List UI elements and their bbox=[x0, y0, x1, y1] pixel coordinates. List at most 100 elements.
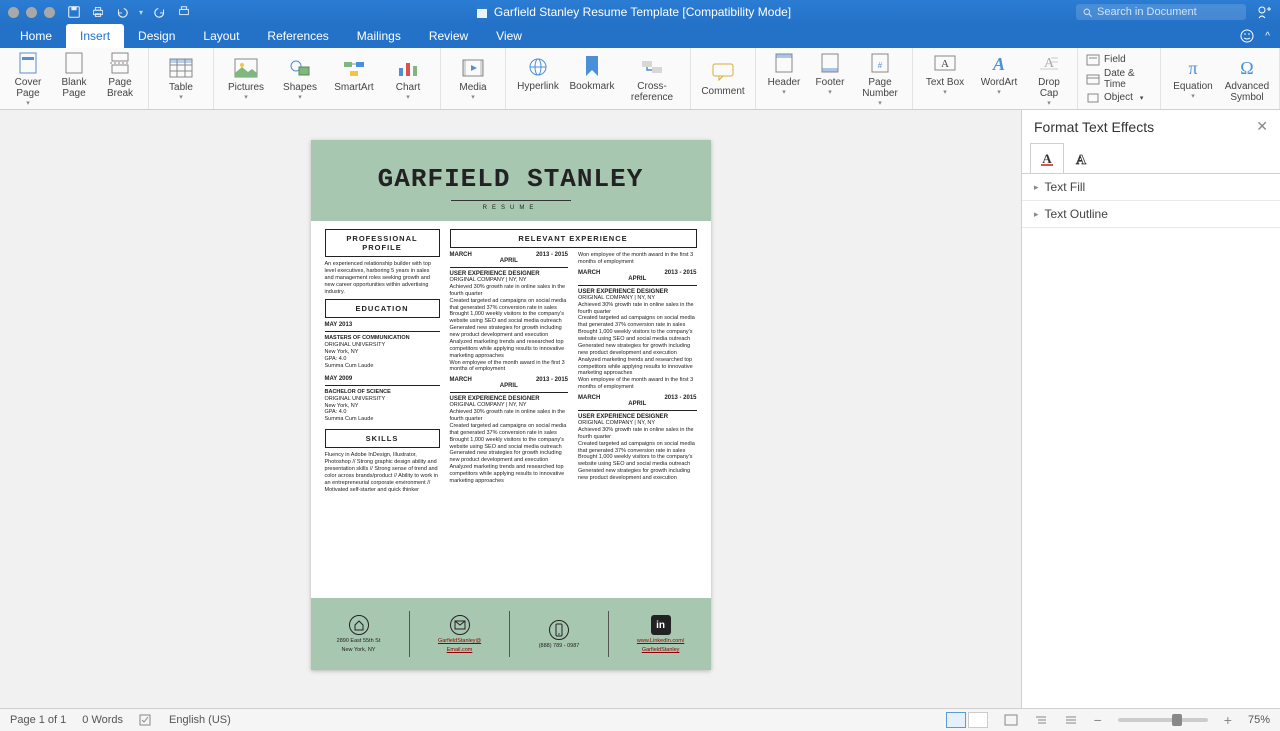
shapes-button[interactable]: Shapes▾ bbox=[276, 56, 324, 101]
svg-text:A: A bbox=[941, 58, 949, 70]
language-status[interactable]: English (US) bbox=[169, 714, 231, 726]
outline-view-icon[interactable] bbox=[1034, 714, 1048, 726]
resume-name: GARFIELD STANLEY bbox=[311, 164, 711, 194]
experience-heading: RELEVANT EXPERIENCE bbox=[450, 229, 697, 248]
contact-email: GarfieldStanley@Email.com bbox=[438, 615, 481, 653]
minimize-window-button[interactable] bbox=[26, 7, 37, 18]
web-layout-view-button[interactable] bbox=[968, 712, 988, 728]
dropdown-icon: ▾ bbox=[244, 93, 248, 101]
smartart-button[interactable]: SmartArt bbox=[330, 56, 378, 93]
search-input[interactable]: Search in Document bbox=[1076, 4, 1246, 20]
word-count[interactable]: 0 Words bbox=[82, 714, 123, 726]
title-bar: ▾ Garfield Stanley Resume Template [Comp… bbox=[0, 0, 1280, 24]
comment-button[interactable]: Comment bbox=[699, 60, 747, 97]
dropdown-icon: ▾ bbox=[1191, 92, 1195, 100]
undo-icon[interactable] bbox=[115, 5, 129, 19]
text-fill-section[interactable]: ▸Text Fill bbox=[1022, 174, 1280, 201]
cover-page-button[interactable]: Cover Page▾ bbox=[8, 51, 48, 107]
wordart-button[interactable]: AWordArt▾ bbox=[975, 51, 1023, 96]
chevron-right-icon: ▸ bbox=[1034, 209, 1039, 220]
tab-mailings[interactable]: Mailings bbox=[343, 24, 415, 48]
blank-page-button[interactable]: Blank Page bbox=[54, 51, 94, 99]
collapse-ribbon-icon[interactable]: ^ bbox=[1265, 31, 1270, 42]
print-icon[interactable] bbox=[91, 5, 105, 19]
svg-text:π: π bbox=[1188, 58, 1197, 78]
hyperlink-button[interactable]: Hyperlink bbox=[514, 55, 562, 92]
undo-dropdown-icon[interactable]: ▾ bbox=[139, 8, 143, 17]
document-canvas[interactable]: GARFIELD STANLEY RESUME PROFESSIONALPROF… bbox=[0, 110, 1021, 708]
tab-insert[interactable]: Insert bbox=[66, 24, 124, 48]
field-icon bbox=[1086, 54, 1100, 66]
field-button[interactable]: Field bbox=[1086, 54, 1152, 66]
footer-icon bbox=[818, 51, 842, 75]
zoom-thumb[interactable] bbox=[1172, 714, 1182, 726]
tab-layout[interactable]: Layout bbox=[189, 24, 253, 48]
object-icon bbox=[1086, 92, 1100, 104]
table-button[interactable]: Table▾ bbox=[157, 56, 205, 101]
profile-heading: PROFESSIONALPROFILE bbox=[325, 229, 440, 257]
spellcheck-icon[interactable] bbox=[139, 713, 153, 727]
save-icon[interactable] bbox=[67, 5, 81, 19]
tab-design[interactable]: Design bbox=[124, 24, 189, 48]
quick-access-toolbar: ▾ bbox=[67, 5, 191, 19]
bookmark-button[interactable]: Bookmark bbox=[568, 55, 616, 92]
pictures-button[interactable]: Pictures▾ bbox=[222, 56, 270, 101]
chart-icon bbox=[396, 56, 420, 80]
experience-col-1: MARCH2013 - 2015 APRIL USER EXPERIENCE D… bbox=[450, 252, 569, 485]
close-window-button[interactable] bbox=[8, 7, 19, 18]
redo-icon[interactable] bbox=[153, 5, 167, 19]
tab-view[interactable]: View bbox=[482, 24, 536, 48]
zoom-in-button[interactable]: + bbox=[1224, 712, 1232, 728]
page-count[interactable]: Page 1 of 1 bbox=[10, 714, 66, 726]
page-number-button[interactable]: #Page Number▾ bbox=[856, 51, 904, 107]
footer-button[interactable]: Footer▾ bbox=[810, 51, 850, 96]
drop-cap-button[interactable]: ADrop Cap▾ bbox=[1029, 51, 1069, 107]
equation-button[interactable]: πEquation▾ bbox=[1169, 55, 1217, 100]
smiley-icon[interactable] bbox=[1239, 28, 1255, 44]
text-outline-section[interactable]: ▸Text Outline bbox=[1022, 201, 1280, 228]
chart-button[interactable]: Chart▾ bbox=[384, 56, 432, 101]
skills-heading: SKILLS bbox=[325, 429, 440, 448]
text-box-button[interactable]: AText Box▾ bbox=[921, 51, 969, 96]
window-title-text: Garfield Stanley Resume Template [Compat… bbox=[494, 5, 791, 19]
print-layout-view-button[interactable] bbox=[946, 712, 966, 728]
cross-reference-button[interactable]: Cross-reference bbox=[622, 55, 682, 103]
window-controls bbox=[8, 7, 55, 18]
tab-references[interactable]: References bbox=[253, 24, 342, 48]
media-button[interactable]: Media▾ bbox=[449, 56, 497, 101]
focus-mode-icon[interactable] bbox=[1004, 714, 1018, 726]
zoom-level[interactable]: 75% bbox=[1248, 714, 1270, 726]
search-icon bbox=[1082, 7, 1093, 18]
view-buttons bbox=[946, 712, 988, 728]
contact-linkedin: in www.LinkedIn.com/GarfieldStanley bbox=[637, 615, 684, 653]
close-pane-button[interactable]: ✕ bbox=[1256, 118, 1268, 135]
header-button[interactable]: Header▾ bbox=[764, 51, 804, 96]
cross-reference-icon bbox=[640, 55, 664, 79]
cover-page-icon bbox=[16, 51, 40, 75]
quick-print-icon[interactable] bbox=[177, 5, 191, 19]
dropdown-icon: ▾ bbox=[828, 88, 832, 96]
comment-icon bbox=[711, 60, 735, 84]
share-icon[interactable] bbox=[1256, 4, 1272, 20]
text-objects-group: Field Date & Time Object▾ bbox=[1078, 48, 1161, 109]
tab-home[interactable]: Home bbox=[6, 24, 66, 48]
dropdown-icon: ▾ bbox=[997, 88, 1001, 96]
draft-view-icon[interactable] bbox=[1064, 714, 1078, 726]
hyperlink-icon bbox=[526, 55, 550, 79]
zoom-slider[interactable] bbox=[1118, 718, 1208, 722]
tab-review[interactable]: Review bbox=[415, 24, 482, 48]
maximize-window-button[interactable] bbox=[44, 7, 55, 18]
document-page[interactable]: GARFIELD STANLEY RESUME PROFESSIONALPROF… bbox=[311, 140, 711, 670]
date-time-button[interactable]: Date & Time bbox=[1086, 68, 1152, 90]
object-button[interactable]: Object▾ bbox=[1086, 92, 1152, 104]
header-icon bbox=[772, 51, 796, 75]
text-outline-tab[interactable]: A bbox=[1064, 143, 1098, 173]
smartart-icon bbox=[342, 56, 366, 80]
advanced-symbol-button[interactable]: ΩAdvanced Symbol bbox=[1223, 55, 1271, 103]
dropdown-icon: ▾ bbox=[26, 99, 30, 107]
pane-title: Format Text Effects bbox=[1034, 119, 1154, 135]
dropdown-icon: ▾ bbox=[298, 93, 302, 101]
zoom-out-button[interactable]: − bbox=[1094, 712, 1102, 728]
page-break-button[interactable]: Page Break bbox=[100, 51, 140, 99]
text-fill-tab[interactable]: A bbox=[1030, 143, 1064, 173]
